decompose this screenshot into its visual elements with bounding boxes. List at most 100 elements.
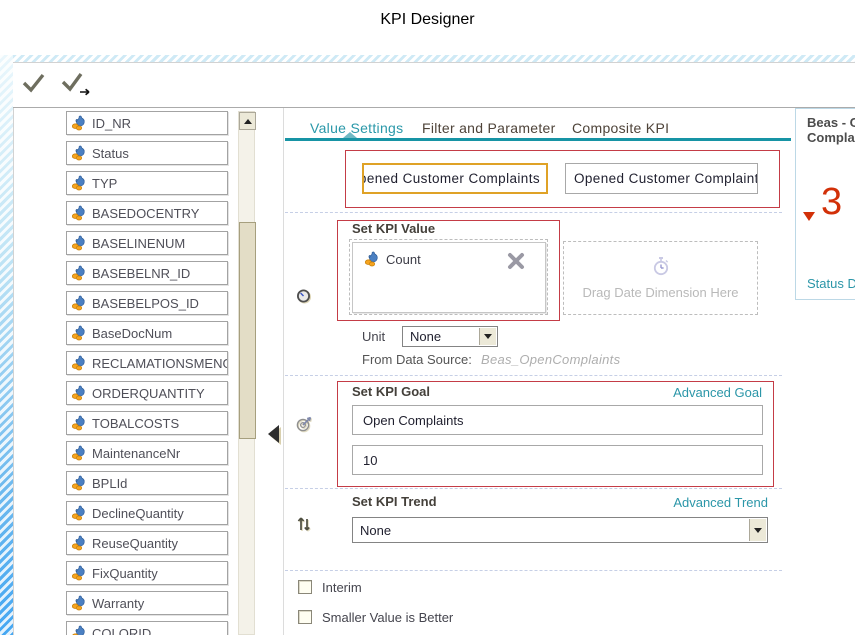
triangle-down-icon bbox=[754, 528, 762, 533]
field-item-label: TOBALCOSTS bbox=[92, 416, 179, 431]
status-diagram-link[interactable]: Status Diagram bbox=[807, 276, 855, 291]
smaller-value-checkbox-label: Smaller Value is Better bbox=[322, 610, 453, 625]
field-item-label: RECLAMATIONSMENGE bbox=[92, 356, 228, 371]
field-list-scrollbar[interactable] bbox=[238, 111, 255, 635]
kpi-name-input[interactable]: Opened Customer Complaints bbox=[362, 163, 548, 194]
field-item-label: ID_NR bbox=[92, 116, 131, 131]
measure-field-icon bbox=[71, 295, 87, 311]
remove-measure-button[interactable] bbox=[505, 250, 527, 275]
dropdown-button[interactable] bbox=[479, 328, 496, 345]
kpi-preview-title: Beas - Open Complaints bbox=[807, 115, 855, 145]
x-icon bbox=[505, 250, 527, 272]
stopwatch-icon bbox=[652, 256, 670, 279]
section-separator bbox=[285, 212, 782, 213]
measure-field-icon bbox=[71, 625, 87, 635]
measure-field-icon bbox=[71, 145, 87, 161]
field-item[interactable]: Status bbox=[66, 141, 228, 165]
kpi-preview-title-line2: Complaints bbox=[807, 130, 855, 145]
section-separator bbox=[285, 488, 782, 489]
trend-select[interactable]: None bbox=[352, 517, 768, 543]
checkmark-arrow-icon bbox=[59, 87, 95, 102]
confirm-button[interactable] bbox=[19, 69, 53, 101]
trend-section-heading: Set KPI Trend bbox=[352, 494, 437, 509]
confirm-continue-button[interactable] bbox=[59, 69, 93, 101]
collapse-panel-arrow[interactable] bbox=[265, 423, 283, 448]
measure-field-icon bbox=[71, 415, 87, 431]
date-drop-hint: Drag Date Dimension Here bbox=[582, 285, 738, 300]
field-item-label: COLORID bbox=[92, 626, 151, 635]
measure-field-icon bbox=[71, 475, 87, 491]
measure-field-icon bbox=[71, 355, 87, 371]
field-item-label: TYP bbox=[92, 176, 117, 191]
field-item-label: BASEDOCENTRY bbox=[92, 206, 199, 221]
interim-checkbox-label: Interim bbox=[322, 580, 362, 595]
field-item[interactable]: TYP bbox=[66, 171, 228, 195]
advanced-goal-link[interactable]: Advanced Goal bbox=[640, 385, 762, 400]
field-item[interactable]: COLORID bbox=[66, 621, 228, 635]
measure-field-icon bbox=[71, 265, 87, 281]
kpi-preview-card: Beas - Open Complaints 3 Status Diagram bbox=[795, 108, 855, 300]
data-source-label: From Data Source: bbox=[362, 352, 472, 367]
kpi-display-name-input[interactable]: Opened Customer Complaints bbox=[565, 163, 758, 194]
field-item-label: DeclineQuantity bbox=[92, 506, 184, 521]
field-item[interactable]: ORDERQUANTITY bbox=[66, 381, 228, 405]
field-item-label: BaseDocNum bbox=[92, 326, 172, 341]
field-item[interactable]: BASEDOCENTRY bbox=[66, 201, 228, 225]
field-item[interactable]: BPLId bbox=[66, 471, 228, 495]
field-item-label: BASEBELNR_ID bbox=[92, 266, 190, 281]
measure-field-icon bbox=[71, 325, 87, 341]
goal-name-input[interactable]: Open Complaints bbox=[352, 405, 763, 435]
up-down-arrows-icon bbox=[296, 513, 312, 536]
kpi-preview-title-line1: Beas - Open bbox=[807, 115, 855, 130]
field-item[interactable]: TOBALCOSTS bbox=[66, 411, 228, 435]
kpi-designer-window: KPI Designer ID_NR Status TYP BASEDOCENT… bbox=[0, 0, 855, 635]
panel-divider bbox=[283, 108, 284, 635]
data-source-value: Beas_OpenComplaints bbox=[481, 352, 620, 367]
value-section-heading: Set KPI Value bbox=[352, 221, 435, 236]
smaller-value-checkbox[interactable] bbox=[298, 610, 312, 624]
field-item[interactable]: BASEBELPOS_ID bbox=[66, 291, 228, 315]
checkmark-icon bbox=[19, 85, 49, 100]
field-item[interactable]: Warranty bbox=[66, 591, 228, 615]
field-item[interactable]: ID_NR bbox=[66, 111, 228, 135]
measure-field-icon bbox=[364, 251, 380, 267]
field-item[interactable]: BASELINENUM bbox=[66, 231, 228, 255]
measure-chip-label: Count bbox=[386, 252, 421, 267]
field-item-label: Warranty bbox=[92, 596, 144, 611]
measure-field-icon bbox=[71, 235, 87, 251]
field-item[interactable]: RECLAMATIONSMENGE bbox=[66, 351, 228, 375]
measure-field-icon bbox=[71, 565, 87, 581]
measure-field-icon bbox=[71, 445, 87, 461]
scroll-up-button[interactable] bbox=[239, 112, 256, 130]
tab-filter-and-parameter[interactable]: Filter and Parameter bbox=[422, 120, 556, 136]
toolbar bbox=[13, 63, 855, 108]
unit-select[interactable]: None bbox=[402, 326, 498, 347]
tab-composite-kpi[interactable]: Composite KPI bbox=[572, 120, 669, 136]
field-item-label: MaintenanceNr bbox=[92, 446, 180, 461]
field-item[interactable]: FixQuantity bbox=[66, 561, 228, 585]
goal-value-input[interactable]: 10 bbox=[352, 445, 763, 475]
field-item[interactable]: MaintenanceNr bbox=[66, 441, 228, 465]
date-dimension-dropzone[interactable]: Drag Date Dimension Here bbox=[563, 241, 758, 315]
advanced-trend-link[interactable]: Advanced Trend bbox=[640, 495, 768, 510]
measure-field-icon bbox=[71, 205, 87, 221]
measure-field-icon bbox=[71, 535, 87, 551]
dropdown-button[interactable] bbox=[749, 519, 766, 541]
field-item[interactable]: DeclineQuantity bbox=[66, 501, 228, 525]
triangle-left-icon bbox=[265, 423, 283, 445]
field-item[interactable]: BaseDocNum bbox=[66, 321, 228, 345]
scrollbar-thumb[interactable] bbox=[239, 222, 256, 439]
measure-field-icon bbox=[71, 115, 87, 131]
field-item[interactable]: BASEBELNR_ID bbox=[66, 261, 228, 285]
section-separator bbox=[285, 375, 782, 376]
field-item-label: ReuseQuantity bbox=[92, 536, 178, 551]
red-triangle-down-icon bbox=[803, 212, 815, 221]
field-item-label: ORDERQUANTITY bbox=[92, 386, 205, 401]
tab-underline bbox=[285, 138, 791, 141]
triangle-down-icon bbox=[484, 334, 492, 339]
field-item-label: BASEBELPOS_ID bbox=[92, 296, 199, 311]
interim-checkbox[interactable] bbox=[298, 580, 312, 594]
unit-label: Unit bbox=[362, 329, 385, 344]
field-item[interactable]: ReuseQuantity bbox=[66, 531, 228, 555]
measure-chip[interactable]: Count bbox=[364, 251, 421, 267]
